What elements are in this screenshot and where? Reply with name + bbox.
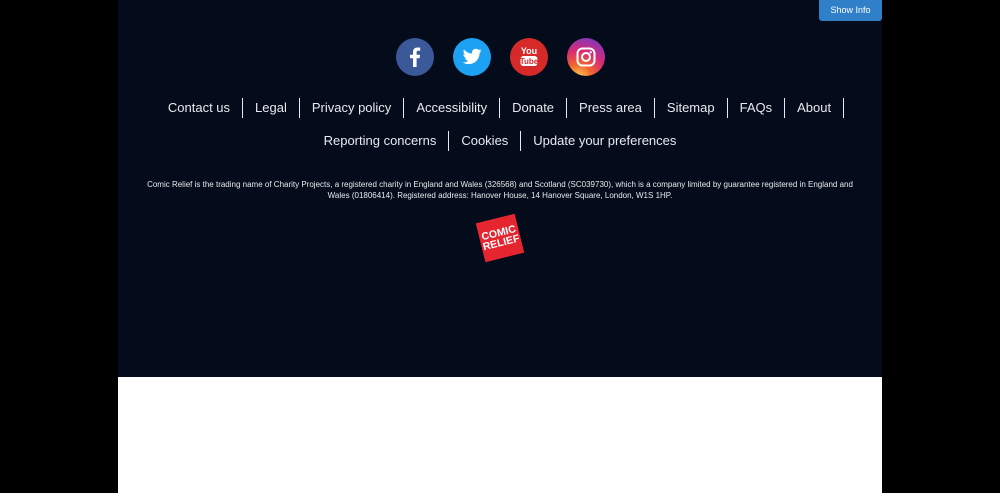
update-preferences-link[interactable]: Update your preferences <box>521 131 688 151</box>
contact-us-link[interactable]: Contact us <box>156 98 244 118</box>
donate-link[interactable]: Donate <box>500 98 568 118</box>
legal-link[interactable]: Legal <box>243 98 300 118</box>
instagram-icon <box>566 38 605 76</box>
legal-notice: Comic Relief is the trading name of Char… <box>147 180 853 200</box>
site-footer: Show Info You Tube Contact us Legal Priv… <box>118 0 882 377</box>
page-container: Show Info You Tube Contact us Legal Priv… <box>118 0 882 493</box>
comic-relief-logo-icon: COMIC RELIEF <box>475 213 525 263</box>
svg-text:You: You <box>520 46 536 56</box>
sitemap-link[interactable]: Sitemap <box>655 98 728 118</box>
privacy-policy-link[interactable]: Privacy policy <box>300 98 405 118</box>
instagram-link[interactable] <box>566 38 605 76</box>
accessibility-link[interactable]: Accessibility <box>404 98 501 118</box>
twitter-link[interactable] <box>452 38 491 76</box>
social-links: You Tube <box>118 38 882 76</box>
youtube-link[interactable]: You Tube <box>509 38 548 76</box>
facebook-link[interactable] <box>395 38 434 76</box>
facebook-icon <box>395 38 434 76</box>
press-area-link[interactable]: Press area <box>567 98 655 118</box>
about-link[interactable]: About <box>785 98 845 118</box>
footer-nav-primary: Contact us Legal Privacy policy Accessib… <box>118 98 882 118</box>
comic-relief-logo[interactable]: COMIC RELIEF <box>475 213 525 263</box>
cookies-link[interactable]: Cookies <box>449 131 522 151</box>
faqs-link[interactable]: FAQs <box>728 98 786 118</box>
show-info-button[interactable]: Show Info <box>819 0 882 21</box>
youtube-icon: You Tube <box>509 38 548 76</box>
footer-nav-secondary: Reporting concerns Cookies Update your p… <box>118 131 882 151</box>
twitter-icon <box>452 38 491 76</box>
reporting-concerns-link[interactable]: Reporting concerns <box>312 131 450 151</box>
svg-text:Tube: Tube <box>519 57 538 66</box>
